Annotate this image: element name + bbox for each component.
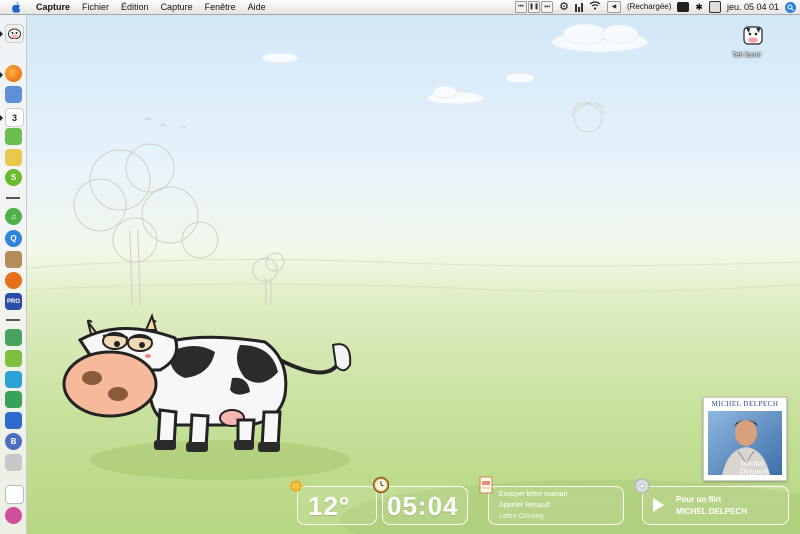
- wifi-icon[interactable]: [589, 0, 601, 14]
- spotlight-search-icon[interactable]: [785, 1, 796, 13]
- itunes-widget[interactable]: Pour un flirt MICHEL DELPECH: [642, 486, 789, 525]
- desktop-icon-farm[interactable]: Teh farm!: [730, 22, 776, 64]
- brochure-icon[interactable]: [5, 412, 22, 429]
- menu-edit[interactable]: Édition: [115, 0, 155, 14]
- todo-item[interactable]: Envoyer lettre maman: [499, 491, 567, 498]
- previous-track-icon[interactable]: ⏮: [515, 1, 527, 13]
- desktop: Capture Fichier Édition Capture Fenêtre …: [0, 0, 800, 534]
- skype-icon[interactable]: S: [5, 169, 22, 186]
- weather-widget[interactable]: 12°: [297, 486, 377, 525]
- cow-shadow: [90, 440, 350, 480]
- album-title: MICHEL DELPECH: [711, 400, 779, 408]
- sun-icon: [287, 477, 305, 495]
- quicktime-icon[interactable]: Q: [5, 230, 22, 247]
- cloud-decoration: [261, 23, 649, 105]
- cow-illustration: [62, 313, 352, 452]
- itunes-icon[interactable]: ♫: [5, 208, 22, 225]
- pause-icon[interactable]: ❚❚: [528, 1, 541, 13]
- dock-separator: [6, 319, 20, 321]
- tree-sketch: [73, 143, 285, 306]
- firefox-icon[interactable]: [5, 65, 22, 82]
- todo-item[interactable]: Appeler Renaud: [499, 502, 550, 509]
- album-cover[interactable]: MICHEL DELPECH Michel Delpech: [703, 397, 787, 481]
- menu-file[interactable]: Fichier: [76, 0, 115, 14]
- sync-icon[interactable]: [708, 1, 721, 13]
- bluetooth-icon[interactable]: ✱: [695, 0, 703, 14]
- cow-icon: [743, 26, 763, 45]
- ical-date: 3: [11, 112, 17, 123]
- menu-capture[interactable]: Capture: [155, 0, 199, 14]
- dock: 3 S ♫ Q PRO B: [0, 15, 27, 534]
- volume-icon[interactable]: ◀: [606, 1, 621, 13]
- todo-widget[interactable]: Envoyer lettre maman Appeler Renaud Lett…: [488, 486, 624, 525]
- desktop-icon-label: Teh farm!: [732, 52, 762, 59]
- trash-file-icon[interactable]: [5, 454, 22, 471]
- pencil-app-icon[interactable]: [5, 350, 22, 367]
- cow-app-icon[interactable]: [5, 24, 24, 43]
- notepad-icon: [479, 476, 493, 494]
- document-icon[interactable]: [5, 485, 24, 504]
- hill-line-2: [25, 283, 800, 293]
- running-indicator: [0, 72, 3, 78]
- pro-app-icon[interactable]: PRO: [5, 293, 22, 310]
- cpu-monitor-icon[interactable]: [574, 2, 583, 12]
- todo-item[interactable]: Lettre Chuong: [499, 513, 543, 520]
- cow-menu-icon[interactable]: [677, 2, 690, 12]
- dock-separator: [6, 197, 20, 199]
- play-icon[interactable]: [653, 498, 664, 512]
- monster-icon[interactable]: [5, 507, 22, 524]
- adium-icon[interactable]: [5, 149, 22, 166]
- menu-app-name[interactable]: Capture: [30, 0, 76, 14]
- running-indicator: [0, 31, 3, 37]
- ical-icon[interactable]: 3: [5, 108, 24, 127]
- running-indicator: [0, 115, 3, 121]
- network-icon[interactable]: [5, 371, 22, 388]
- cash-icon[interactable]: [5, 329, 22, 346]
- scenery: [25, 23, 800, 534]
- temperature: 12°: [308, 491, 351, 521]
- album-signature: Michel Delpech: [740, 460, 770, 476]
- battery-status[interactable]: (Rechargée): [627, 0, 671, 14]
- next-track-icon[interactable]: ⏭: [541, 1, 554, 13]
- gear-icon[interactable]: ⚙: [559, 0, 569, 14]
- apple-menu-icon[interactable]: [10, 0, 30, 14]
- clock-time: 05:04: [387, 491, 459, 521]
- chess-icon[interactable]: [5, 251, 22, 268]
- podcast-icon[interactable]: [5, 272, 22, 289]
- menu-clock[interactable]: jeu. 05 04 01: [727, 0, 779, 14]
- clock-icon: [372, 476, 390, 494]
- birds: [144, 117, 187, 129]
- track-title: Pour un flirt: [676, 495, 722, 504]
- clock-widget[interactable]: 05:04: [382, 486, 468, 525]
- sun-sketch: [571, 102, 605, 133]
- track-artist: MICHEL DELPECH: [676, 507, 747, 516]
- stuffit-icon[interactable]: [5, 391, 22, 408]
- bluetooth-app-icon[interactable]: B: [5, 433, 22, 450]
- cd-icon: [634, 478, 650, 494]
- menu-help[interactable]: Aide: [242, 0, 272, 14]
- ichat-icon[interactable]: [5, 128, 22, 145]
- menu-bar: Capture Fichier Édition Capture Fenêtre …: [0, 0, 800, 15]
- preview-icon[interactable]: [5, 86, 22, 103]
- menu-window[interactable]: Fenêtre: [199, 0, 242, 14]
